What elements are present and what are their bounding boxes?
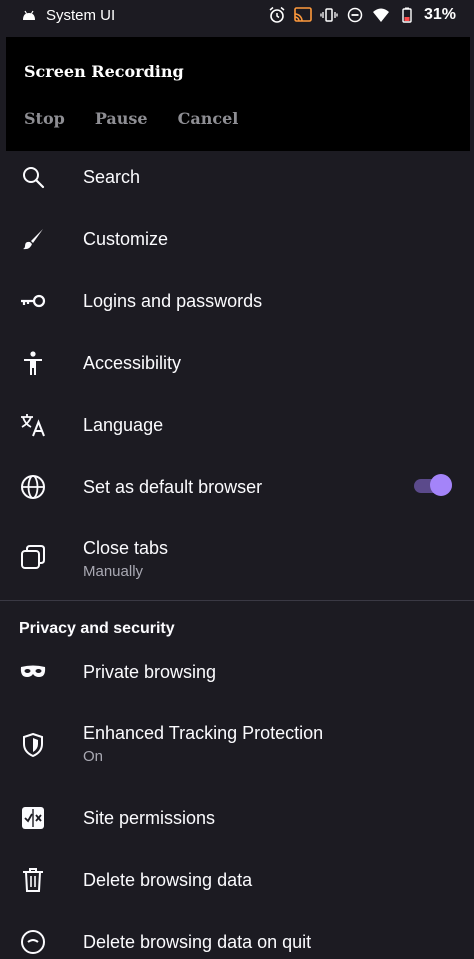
- settings-item-language[interactable]: Language: [0, 408, 474, 442]
- status-bar: System UI 31%: [0, 0, 474, 30]
- wifi-icon: [372, 6, 390, 24]
- mask-icon: [20, 659, 46, 685]
- toggle-thumb: [430, 474, 452, 496]
- section-divider: [0, 600, 474, 601]
- settings-item-label: Site permissions: [83, 807, 216, 828]
- settings-item-tracking-protection[interactable]: Enhanced Tracking Protection On: [0, 723, 474, 767]
- permissions-icon: [20, 805, 46, 831]
- settings-item-sublabel: On: [83, 748, 104, 765]
- settings-item-logins-passwords[interactable]: Logins and passwords: [0, 284, 474, 318]
- settings-item-close-tabs[interactable]: Close tabs Manually: [0, 538, 474, 582]
- search-icon: [20, 164, 46, 190]
- cancel-recording-button[interactable]: Cancel: [178, 109, 239, 128]
- settings-item-private-browsing[interactable]: Private browsing: [0, 655, 474, 689]
- pause-recording-button[interactable]: Pause: [95, 109, 148, 128]
- battery-percentage: 31%: [423, 6, 456, 23]
- battery-icon: [398, 6, 416, 24]
- brush-icon: [20, 226, 46, 252]
- settings-item-label: Customize: [83, 228, 169, 249]
- default-browser-toggle[interactable]: [414, 474, 452, 496]
- settings-item-label: Language: [83, 414, 164, 435]
- settings-item-delete-data-on-quit[interactable]: Delete browsing data on quit: [0, 925, 474, 959]
- settings-item-label: Private browsing: [83, 661, 217, 682]
- tabs-icon: [20, 544, 46, 570]
- settings-item-site-permissions[interactable]: Site permissions: [0, 801, 474, 835]
- screen-recording-title: Screen Recording: [24, 62, 184, 81]
- android-icon: [20, 6, 38, 24]
- settings-item-label: Set as default browser: [83, 476, 263, 497]
- key-icon: [20, 288, 46, 314]
- settings-item-default-browser[interactable]: Set as default browser: [0, 470, 474, 504]
- settings-item-label: Enhanced Tracking Protection: [83, 723, 324, 743]
- settings-item-label: Logins and passwords: [83, 290, 263, 311]
- status-app-label: System UI: [46, 6, 116, 24]
- settings-item-delete-browsing-data[interactable]: Delete browsing data: [0, 863, 474, 897]
- settings-item-label: Delete browsing data: [83, 869, 253, 890]
- settings-item-label: Search: [83, 166, 141, 187]
- settings-item-accessibility[interactable]: Accessibility: [0, 346, 474, 380]
- globe-icon: [20, 474, 46, 500]
- settings-item-search[interactable]: Search: [0, 160, 474, 194]
- alarm-icon: [268, 6, 286, 24]
- cast-icon: [294, 6, 312, 24]
- settings-item-label: Close tabs: [83, 538, 169, 558]
- privacy-section-header: Privacy and security: [19, 620, 175, 637]
- shield-icon: [20, 732, 46, 758]
- settings-item-sublabel: Manually: [83, 563, 144, 580]
- screen-recording-notification: Screen Recording Stop Pause Cancel: [6, 37, 470, 151]
- settings-item-customize[interactable]: Customize: [0, 222, 474, 256]
- trash-quit-icon: [20, 929, 46, 955]
- language-icon: [20, 412, 46, 438]
- settings-item-label: Accessibility: [83, 352, 182, 373]
- do-not-disturb-icon: [346, 6, 364, 24]
- accessibility-icon: [20, 350, 46, 376]
- trash-icon: [20, 867, 46, 893]
- settings-item-label: Delete browsing data on quit: [83, 931, 312, 952]
- stop-recording-button[interactable]: Stop: [24, 109, 65, 128]
- vibrate-icon: [320, 6, 338, 24]
